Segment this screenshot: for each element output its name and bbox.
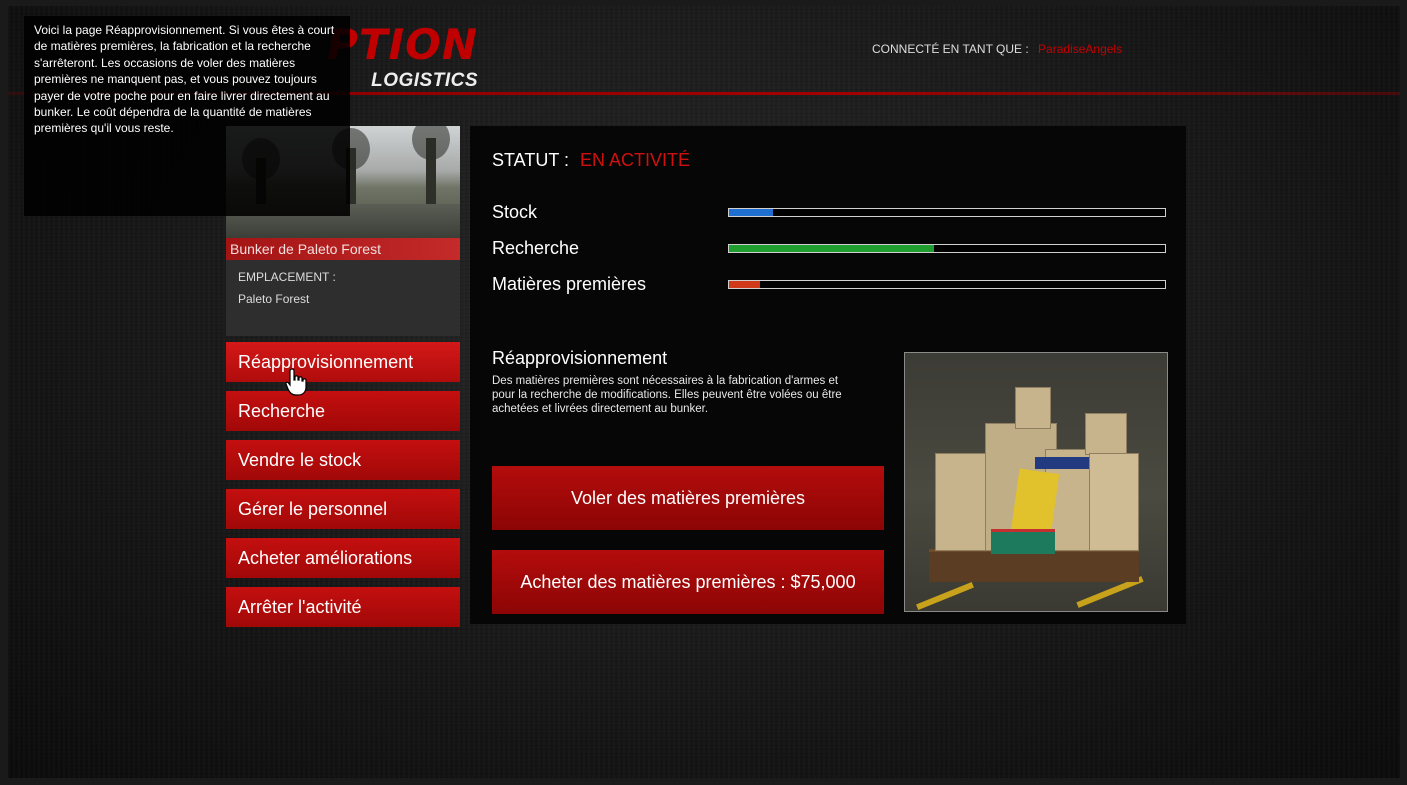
menu-item-manage-staff[interactable]: Gérer le personnel xyxy=(226,489,460,529)
supplies-progress-bar xyxy=(728,280,1166,289)
logo-sub-text: LOGISTICS xyxy=(371,70,478,91)
menu-item-shutdown[interactable]: Arrêter l'activité xyxy=(226,587,460,627)
location-value: Paleto Forest xyxy=(238,292,310,306)
stat-label: Matières premières xyxy=(492,274,647,294)
steal-supplies-button[interactable]: Voler des matières premières xyxy=(492,466,884,530)
resupply-description: Des matières premières sont nécessaires … xyxy=(492,375,842,415)
login-label: CONNECTÉ EN TANT QUE : xyxy=(872,42,1029,56)
crate xyxy=(1015,387,1051,429)
side-menu: Réapprovisionnement Recherche Vendre le … xyxy=(226,342,460,636)
resupply-title: Réapprovisionnement xyxy=(492,348,668,368)
supplies-progress-fill xyxy=(729,281,760,288)
stat-row-supplies: Matières premières xyxy=(492,274,1172,300)
green-case xyxy=(991,529,1055,554)
hand-cursor-icon xyxy=(285,368,307,396)
stock-progress-bar xyxy=(728,208,1166,217)
menu-item-buy-upgrades[interactable]: Acheter améliorations xyxy=(226,538,460,578)
research-progress-fill xyxy=(729,245,934,252)
status-value: EN ACTIVITÉ xyxy=(580,150,691,170)
stat-row-research: Recherche xyxy=(492,238,1172,264)
menu-item-sell-stock[interactable]: Vendre le stock xyxy=(226,440,460,480)
blue-case xyxy=(1035,457,1089,469)
status-label: STATUT : xyxy=(492,150,570,170)
floor-marking xyxy=(916,581,974,611)
research-progress-bar xyxy=(728,244,1166,253)
main-panel: STATUT : EN ACTIVITÉ Stock Recherche Mat… xyxy=(470,126,1186,624)
login-info: CONNECTÉ EN TANT QUE : ParadiseAngels xyxy=(872,42,1122,56)
location-box: EMPLACEMENT : Paleto Forest xyxy=(226,260,460,336)
location-label: EMPLACEMENT : xyxy=(238,270,336,284)
stat-label: Stock xyxy=(492,202,538,222)
crate xyxy=(1085,413,1127,455)
stock-progress-fill xyxy=(729,209,773,216)
stat-row-stock: Stock xyxy=(492,202,1172,228)
menu-item-research[interactable]: Recherche xyxy=(226,391,460,431)
menu-item-resupply[interactable]: Réapprovisionnement xyxy=(226,342,460,382)
help-tooltip: Voici la page Réapprovisionnement. Si vo… xyxy=(24,16,350,216)
buy-supplies-button[interactable]: Acheter des matières premières : $75,000 xyxy=(492,550,884,614)
supplies-image xyxy=(904,352,1168,612)
username: ParadiseAngels xyxy=(1038,42,1123,56)
bunker-name: Bunker de Paleto Forest xyxy=(226,238,460,260)
screen: PTION LOGISTICS CONNECTÉ EN TANT QUE : P… xyxy=(8,6,1400,778)
status: STATUT : EN ACTIVITÉ xyxy=(492,150,690,171)
crate xyxy=(1089,453,1139,551)
stat-label: Recherche xyxy=(492,238,580,258)
